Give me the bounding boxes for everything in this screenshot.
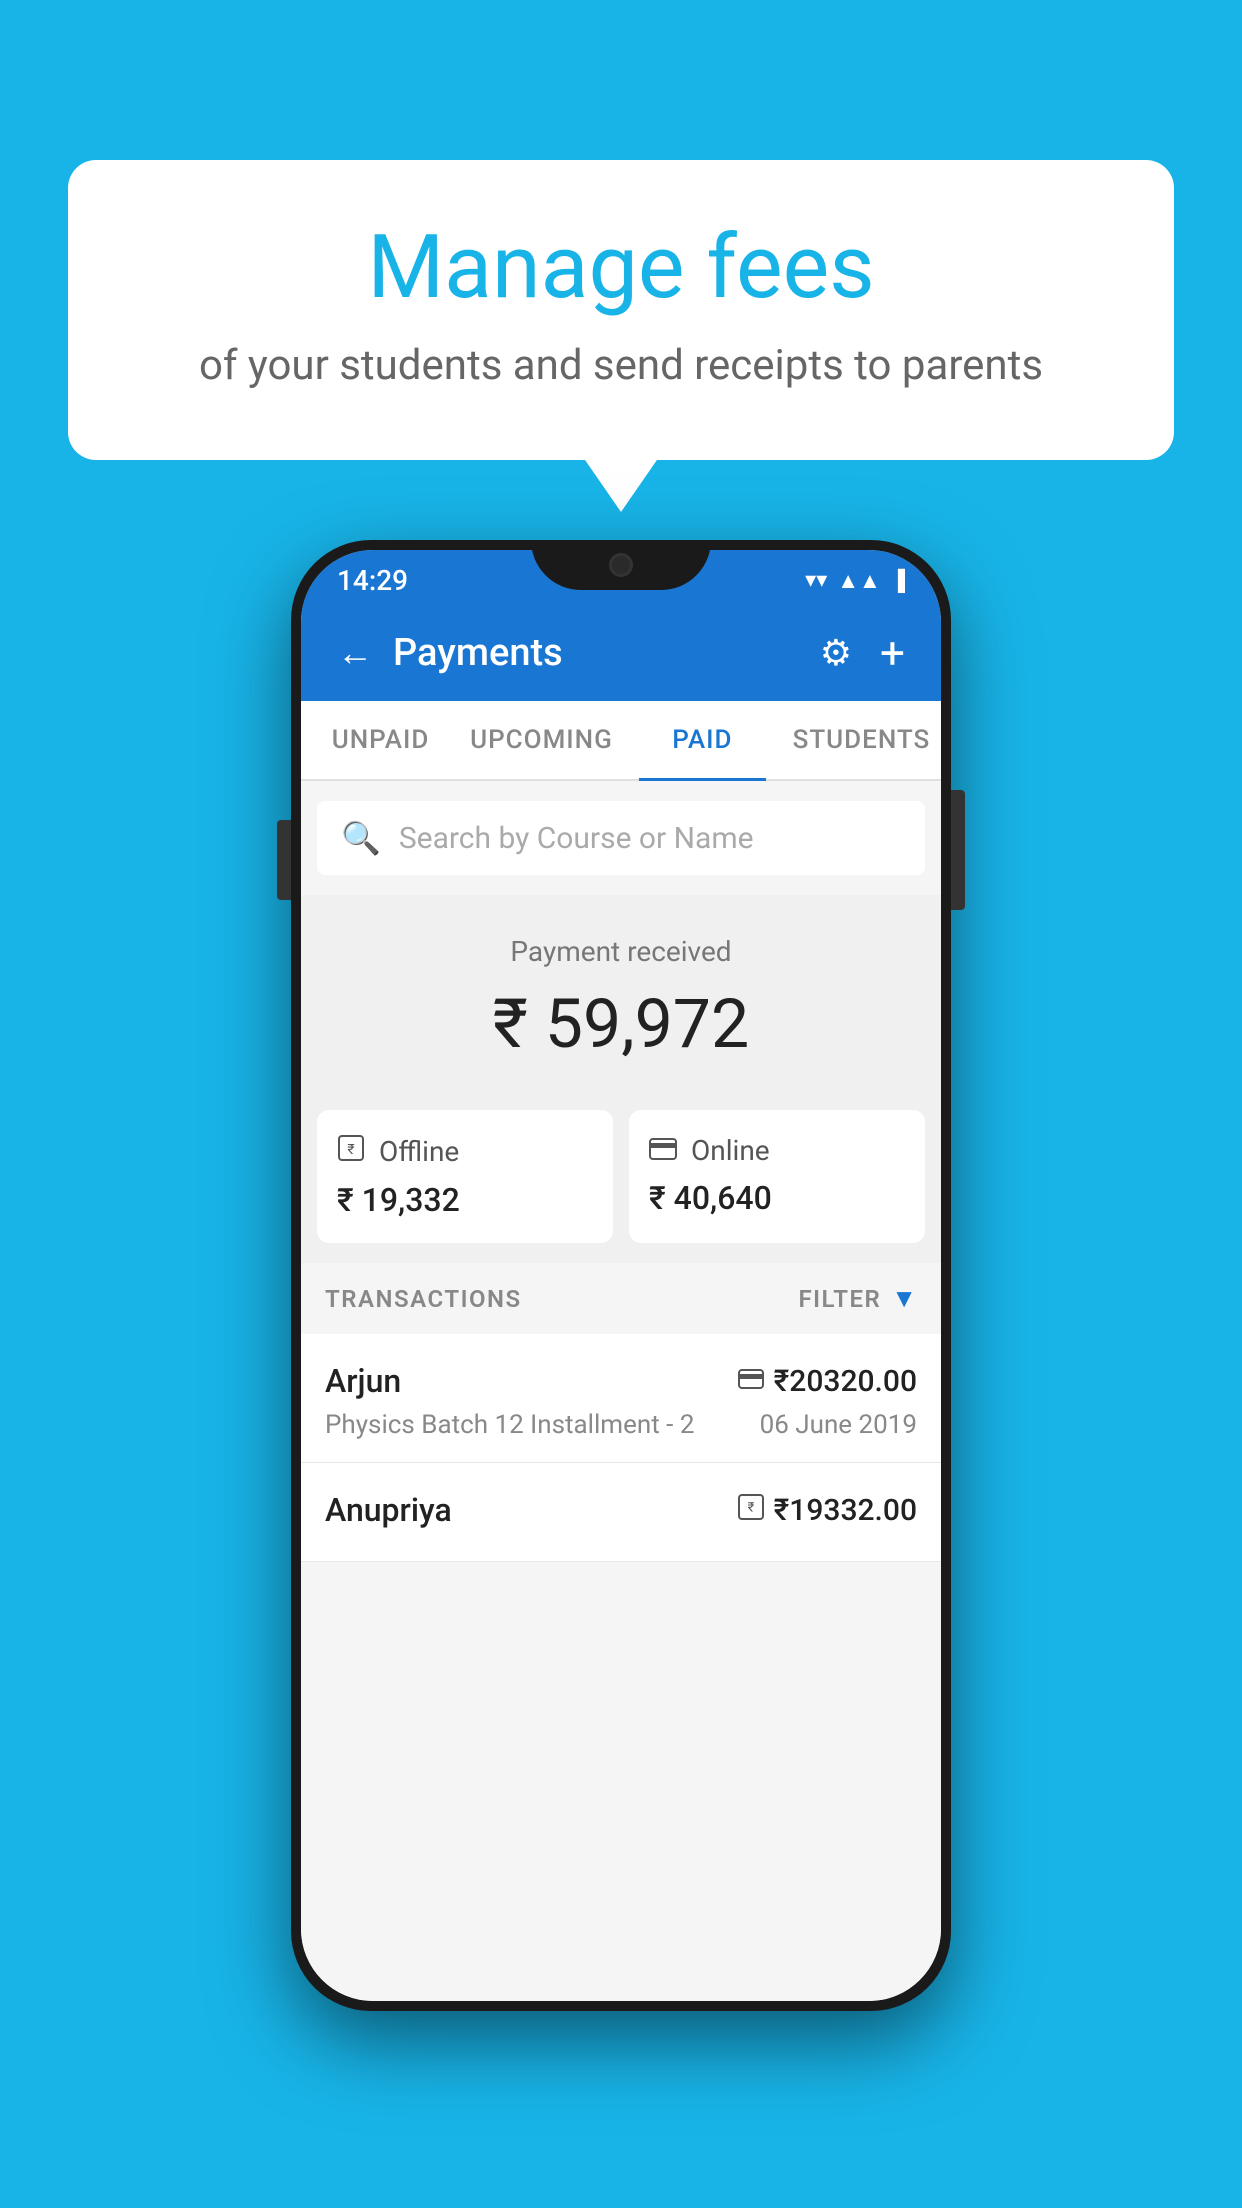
wifi-icon: ▾▾: [805, 568, 827, 593]
tab-paid[interactable]: PAID: [623, 701, 782, 779]
tab-unpaid[interactable]: UNPAID: [301, 701, 460, 779]
search-icon: 🔍: [341, 819, 381, 857]
tab-students[interactable]: STUDENTS: [782, 701, 941, 779]
status-icons: ▾▾ ▲▲ ▐: [805, 568, 905, 594]
svg-text:₹: ₹: [347, 1142, 354, 1158]
transaction-top-arjun: Arjun ₹20320.00: [325, 1362, 917, 1400]
transaction-type-icon-anupriya: ₹: [738, 1494, 764, 1527]
battery-icon: ▐: [891, 568, 905, 593]
content-area: 🔍 Search by Course or Name Payment recei…: [301, 801, 941, 2001]
svg-text:₹: ₹: [747, 1500, 754, 1515]
app-bar-left: ← Payments: [337, 631, 563, 675]
offline-amount: ₹ 19,332: [337, 1181, 593, 1219]
transaction-course-arjun: Physics Batch 12 Installment - 2: [325, 1410, 694, 1440]
phone-outer: 14:29 ▾▾ ▲▲ ▐ ← Payments ⚙ +: [291, 540, 951, 2011]
bubble-subtitle: of your students and send receipts to pa…: [148, 341, 1094, 390]
search-placeholder: Search by Course or Name: [399, 821, 754, 856]
online-amount: ₹ 40,640: [649, 1179, 905, 1217]
tabs-container: UNPAID UPCOMING PAID STUDENTS: [301, 701, 941, 781]
filter-label: FILTER: [798, 1285, 881, 1313]
transaction-row[interactable]: Arjun ₹20320.00 Physics: [301, 1334, 941, 1463]
app-bar-title: Payments: [393, 631, 563, 675]
transaction-date-arjun: 06 June 2019: [760, 1410, 917, 1440]
transaction-type-icon-arjun: [738, 1366, 764, 1396]
offline-payment-card: ₹ Offline ₹ 19,332: [317, 1110, 613, 1243]
app-bar: ← Payments ⚙ +: [301, 605, 941, 701]
payment-total-amount: ₹ 59,972: [321, 984, 921, 1064]
transaction-name-arjun: Arjun: [325, 1362, 401, 1400]
transactions-label: TRANSACTIONS: [325, 1285, 522, 1313]
back-button[interactable]: ←: [337, 632, 373, 674]
transaction-top-anupriya: Anupriya ₹ ₹19332.00: [325, 1491, 917, 1529]
transaction-amount-wrapper-anupriya: ₹ ₹19332.00: [738, 1493, 917, 1528]
signal-icon: ▲▲: [837, 568, 881, 594]
phone-screen: 14:29 ▾▾ ▲▲ ▐ ← Payments ⚙ +: [301, 550, 941, 2001]
transaction-amount-arjun: ₹20320.00: [774, 1364, 917, 1399]
transaction-bottom-arjun: Physics Batch 12 Installment - 2 06 June…: [325, 1410, 917, 1440]
filter-icon: ▼: [891, 1283, 917, 1314]
payment-received-label: Payment received: [321, 935, 921, 968]
settings-icon[interactable]: ⚙: [820, 632, 852, 674]
search-bar[interactable]: 🔍 Search by Course or Name: [317, 801, 925, 875]
phone-notch: [531, 540, 711, 590]
speech-bubble-wrapper: Manage fees of your students and send re…: [68, 160, 1174, 460]
online-label: Online: [691, 1134, 770, 1167]
transaction-row-anupriya[interactable]: Anupriya ₹ ₹19332.00: [301, 1463, 941, 1562]
status-time: 14:29: [337, 564, 408, 597]
transaction-name-anupriya: Anupriya: [325, 1491, 452, 1529]
add-icon[interactable]: +: [880, 627, 905, 679]
transactions-header: TRANSACTIONS FILTER ▼: [301, 1263, 941, 1334]
offline-icon: ₹: [337, 1134, 365, 1169]
filter-section[interactable]: FILTER ▼: [798, 1283, 917, 1314]
online-icon: [649, 1134, 677, 1167]
online-payment-card: Online ₹ 40,640: [629, 1110, 925, 1243]
online-card-top: Online: [649, 1134, 905, 1167]
transaction-amount-anupriya: ₹19332.00: [774, 1493, 917, 1528]
tab-upcoming[interactable]: UPCOMING: [460, 701, 623, 779]
offline-card-top: ₹ Offline: [337, 1134, 593, 1169]
phone-wrapper: 14:29 ▾▾ ▲▲ ▐ ← Payments ⚙ +: [291, 540, 951, 2011]
bubble-title: Manage fees: [148, 220, 1094, 317]
payment-received-section: Payment received ₹ 59,972: [301, 895, 941, 1094]
payment-cards: ₹ Offline ₹ 19,332: [301, 1094, 941, 1263]
speech-bubble: Manage fees of your students and send re…: [68, 160, 1174, 460]
transaction-amount-wrapper-arjun: ₹20320.00: [738, 1364, 917, 1399]
offline-label: Offline: [379, 1135, 459, 1168]
app-bar-actions: ⚙ +: [820, 627, 905, 679]
front-camera: [609, 553, 633, 577]
